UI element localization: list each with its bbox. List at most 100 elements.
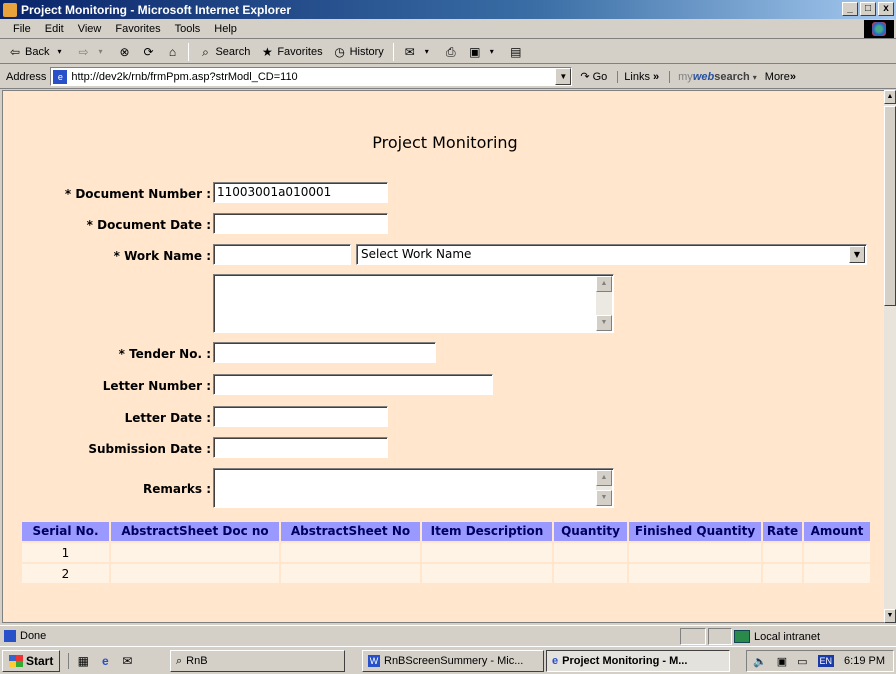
col-serial-no: Serial No. bbox=[20, 520, 111, 543]
history-icon: ◷ bbox=[334, 44, 345, 59]
document-number-input[interactable]: 11003001a010001 bbox=[213, 182, 388, 203]
address-input[interactable]: e http://dev2k/rnb/frmPpm.asp?strModl_CD… bbox=[50, 67, 573, 86]
stop-button[interactable]: ⊗ bbox=[113, 42, 135, 62]
address-url: http://dev2k/rnb/frmPpm.asp?strModl_CD=1… bbox=[71, 70, 298, 83]
go-arrow-icon: ↷ bbox=[580, 71, 590, 83]
ie-app-icon bbox=[3, 2, 17, 17]
address-label: Address bbox=[6, 70, 47, 83]
more-button[interactable]: More» bbox=[765, 71, 796, 83]
scroll-down-arrow-icon[interactable]: ▼ bbox=[596, 315, 612, 331]
scroll-down-arrow-icon[interactable]: ▼ bbox=[884, 609, 896, 623]
cell-finished-quantity[interactable] bbox=[627, 541, 763, 564]
remarks-textarea[interactable]: ▲ ▼ bbox=[213, 468, 614, 508]
document-date-label: * Document Date : bbox=[86, 218, 211, 232]
letter-number-input[interactable] bbox=[213, 374, 493, 395]
taskbar-item-project-monitoring[interactable]: e Project Monitoring - M... bbox=[546, 650, 730, 672]
status-bar: Done Local intranet bbox=[0, 625, 896, 645]
cell-quantity[interactable] bbox=[552, 541, 629, 564]
address-dropdown-button[interactable]: ▼ bbox=[555, 68, 572, 85]
work-name-select[interactable]: Select Work Name ▼ bbox=[356, 244, 867, 265]
window-title-bar[interactable]: Project Monitoring - Microsoft Internet … bbox=[0, 0, 896, 19]
menu-help[interactable]: Help bbox=[207, 23, 244, 35]
minimize-button[interactable]: _ bbox=[842, 2, 858, 16]
scroll-up-arrow-icon[interactable]: ▲ bbox=[596, 470, 612, 486]
cell-abstractsheet-no[interactable] bbox=[279, 541, 422, 564]
taskbar-item-rnb[interactable]: ⌕ RnB bbox=[170, 650, 345, 672]
start-label: Start bbox=[26, 653, 54, 668]
cell-abstractsheet-doc-no[interactable] bbox=[109, 562, 281, 585]
tender-no-input[interactable] bbox=[213, 342, 436, 363]
chevron-double-right-icon: » bbox=[653, 70, 660, 83]
clock[interactable]: 6:19 PM bbox=[844, 655, 885, 667]
cell-abstractsheet-doc-no[interactable] bbox=[109, 541, 281, 564]
page-scrollbar[interactable]: ▲ ▼ bbox=[884, 90, 896, 623]
work-name-description-textarea[interactable]: ▲ ▼ bbox=[213, 274, 614, 333]
cell-item-description[interactable] bbox=[420, 562, 554, 585]
windows-logo-throbber-icon bbox=[864, 20, 894, 38]
cell-finished-quantity[interactable] bbox=[627, 562, 763, 585]
maximize-button[interactable]: □ bbox=[860, 2, 876, 16]
cell-quantity[interactable] bbox=[552, 562, 629, 585]
menu-favorites[interactable]: Favorites bbox=[108, 23, 167, 35]
cell-rate[interactable] bbox=[761, 562, 804, 585]
cell-rate[interactable] bbox=[761, 541, 804, 564]
cell-item-description[interactable] bbox=[420, 541, 554, 564]
start-button[interactable]: Start bbox=[2, 649, 61, 672]
network-icon[interactable]: ▣ bbox=[777, 655, 787, 668]
scroll-up-arrow-icon[interactable]: ▲ bbox=[884, 90, 896, 104]
page-title: Project Monitoring bbox=[372, 133, 518, 152]
dropdown-arrow-icon: ▾ bbox=[98, 46, 103, 56]
taskbar-item-word-doc[interactable]: W RnBScreenSummery - Mic... bbox=[362, 650, 544, 672]
go-button[interactable]: ↷ Go bbox=[580, 70, 607, 84]
cell-amount[interactable] bbox=[802, 541, 872, 564]
back-button[interactable]: ⇦ Back ▾ bbox=[4, 42, 70, 62]
ie-quick-launch-icon[interactable]: e bbox=[97, 653, 113, 669]
menu-file[interactable]: File bbox=[6, 23, 38, 35]
abstract-sheet-grid: Serial No. AbstractSheet Doc no Abstract… bbox=[20, 520, 872, 585]
menu-view[interactable]: View bbox=[71, 23, 109, 35]
work-name-select-value: Select Work Name bbox=[361, 247, 472, 261]
forward-button[interactable]: ⇨ ▾ bbox=[72, 42, 111, 62]
show-desktop-icon[interactable]: ▦ bbox=[75, 653, 91, 669]
display-icon[interactable]: ▭ bbox=[797, 655, 807, 668]
standard-toolbar: ⇦ Back ▾ ⇨ ▾ ⊗ ⟳ ⌂ ⌕ Search ★ Favorites … bbox=[0, 40, 896, 64]
textarea-scrollbar[interactable]: ▲ ▼ bbox=[596, 470, 612, 506]
mywebsearch-prefix: my bbox=[678, 70, 693, 83]
cell-abstractsheet-no[interactable] bbox=[279, 562, 422, 585]
outlook-quick-launch-icon[interactable]: ✉ bbox=[119, 653, 135, 669]
menu-tools[interactable]: Tools bbox=[168, 23, 208, 35]
volume-icon[interactable]: 🔈 bbox=[753, 655, 767, 668]
scroll-up-arrow-icon[interactable]: ▲ bbox=[596, 276, 612, 292]
discuss-button[interactable]: ▤ bbox=[505, 42, 527, 62]
window-controls: _ □ x bbox=[842, 2, 894, 16]
task-label: Project Monitoring - M... bbox=[562, 655, 688, 667]
mail-button[interactable]: ✉ ▾ bbox=[399, 42, 438, 62]
cell-amount[interactable] bbox=[802, 562, 872, 585]
status-cell bbox=[708, 628, 732, 645]
windows-taskbar: Start ▦ e ✉ ⌕ RnB W RnBScreenSummery - M… bbox=[0, 646, 896, 674]
links-label: Links bbox=[624, 70, 650, 83]
edit-button[interactable]: ▣ ▾ bbox=[464, 42, 503, 62]
language-indicator[interactable]: EN bbox=[817, 655, 835, 667]
print-button[interactable]: ⎙ bbox=[440, 42, 462, 62]
home-button[interactable]: ⌂ bbox=[161, 42, 183, 62]
submission-date-input[interactable] bbox=[213, 437, 388, 458]
letter-date-input[interactable] bbox=[213, 406, 388, 427]
mywebsearch-button[interactable]: mywebsearch ▾ bbox=[669, 70, 757, 83]
textarea-scrollbar[interactable]: ▲ ▼ bbox=[596, 276, 612, 331]
select-dropdown-arrow-icon[interactable]: ▼ bbox=[849, 246, 865, 263]
links-button[interactable]: Links » bbox=[617, 70, 660, 83]
refresh-button[interactable]: ⟳ bbox=[137, 42, 159, 62]
scroll-down-arrow-icon[interactable]: ▼ bbox=[596, 490, 612, 506]
work-name-code-input[interactable] bbox=[213, 244, 351, 265]
favorites-button[interactable]: ★ Favorites bbox=[256, 42, 326, 62]
forward-arrow-icon: ⇨ bbox=[78, 44, 89, 59]
history-button[interactable]: ◷ History bbox=[329, 42, 388, 62]
menu-edit[interactable]: Edit bbox=[38, 23, 71, 35]
edit-page-icon: ▣ bbox=[469, 44, 481, 59]
document-date-input[interactable] bbox=[213, 213, 388, 234]
toolbar-separator bbox=[392, 42, 394, 61]
scrollbar-thumb[interactable] bbox=[884, 106, 896, 306]
close-button[interactable]: x bbox=[878, 2, 894, 16]
search-button[interactable]: ⌕ Search bbox=[194, 42, 254, 62]
